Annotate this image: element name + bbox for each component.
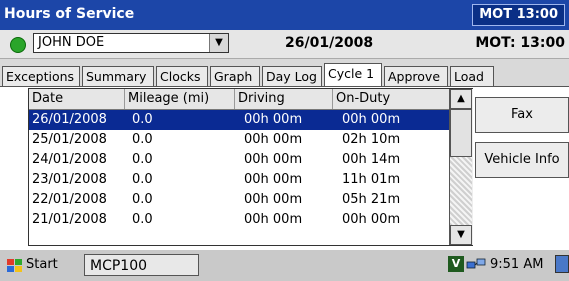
taskbar-app-mcp100[interactable]: MCP100 [84,254,199,276]
cell-driving: 00h 00m [244,132,303,147]
current-date: 26/01/2008 [285,35,374,51]
tab-load[interactable]: Load [450,66,494,86]
column-header-date[interactable]: Date [29,89,125,109]
table-row[interactable]: 25/01/2008 0.0 00h 00m 02h 10m [29,130,449,150]
mot-time: MOT: 13:00 [475,35,565,51]
tab-clocks[interactable]: Clocks [156,66,208,86]
cell-mileage: 0.0 [132,132,153,147]
start-label: Start [26,257,58,272]
tab-approve[interactable]: Approve [384,66,448,86]
tab-cycle-1[interactable]: Cycle 1 [324,63,382,87]
cell-date: 26/01/2008 [32,112,107,127]
table-row[interactable]: 21/01/2008 0.0 00h 00m 00h 00m [29,210,449,230]
cell-on-duty: 00h 14m [342,152,401,167]
table-row[interactable]: 26/01/2008 0.0 00h 00m 00h 00m [29,110,449,130]
cell-driving: 00h 00m [244,192,303,207]
window-title: Hours of Service [4,6,135,22]
tab-exceptions[interactable]: Exceptions [2,66,80,86]
cell-date: 23/01/2008 [32,172,107,187]
cell-mileage: 0.0 [132,152,153,167]
cell-mileage: 0.0 [132,192,153,207]
column-header-on-duty[interactable]: On-Duty [333,89,449,109]
vehicle-info-button[interactable]: Vehicle Info [475,142,569,178]
fax-button[interactable]: Fax [475,97,569,133]
cell-date: 24/01/2008 [32,152,107,167]
driver-name: JOHN DOE [38,35,105,50]
cell-date: 21/01/2008 [32,212,107,227]
title-bar: Hours of Service MOT 13:00 [0,0,569,30]
cell-on-duty: 05h 21m [342,192,401,207]
cell-driving: 00h 00m [244,172,303,187]
scroll-up-arrow-icon[interactable]: ▲ [450,89,472,109]
cell-date: 22/01/2008 [32,192,107,207]
status-indicator-icon [10,37,26,53]
chevron-down-icon[interactable]: ▼ [209,34,228,52]
cell-on-duty: 02h 10m [342,132,401,147]
column-header-mileage[interactable]: Mileage (mi) [125,89,235,109]
clock[interactable]: 9:51 AM [490,257,543,272]
mot-badge: MOT 13:00 [472,4,565,26]
desktop-icon[interactable] [555,255,569,273]
tab-divider [0,86,569,87]
cycle-table: Date Mileage (mi) Driving On-Duty 26/01/… [28,88,473,246]
tray-app-icon[interactable]: V [448,256,464,272]
tab-strip: Exceptions Summary Clocks Graph Day Log … [0,59,569,87]
cell-mileage: 0.0 [132,172,153,187]
windows-logo-icon [7,259,23,273]
cell-date: 25/01/2008 [32,132,107,147]
vertical-scrollbar[interactable]: ▲ ▼ [449,89,473,245]
table-row[interactable]: 22/01/2008 0.0 00h 00m 05h 21m [29,190,449,210]
cell-mileage: 0.0 [132,112,153,127]
tab-day-log[interactable]: Day Log [262,66,322,86]
tab-summary[interactable]: Summary [82,66,154,86]
cell-driving: 00h 00m [244,212,303,227]
column-header-driving[interactable]: Driving [235,89,333,109]
cell-on-duty: 11h 01m [342,172,401,187]
scroll-track[interactable] [450,157,472,225]
cell-on-duty: 00h 00m [342,112,401,127]
cell-mileage: 0.0 [132,212,153,227]
scroll-down-arrow-icon[interactable]: ▼ [450,225,472,245]
taskbar: Start MCP100 V 9:51 AM [0,248,569,281]
table-row[interactable]: 23/01/2008 0.0 00h 00m 11h 01m [29,170,449,190]
table-header: Date Mileage (mi) Driving On-Duty [29,89,449,110]
cell-on-duty: 00h 00m [342,212,401,227]
network-icon[interactable] [466,258,486,272]
driver-dropdown[interactable]: JOHN DOE ▼ [33,33,229,53]
scroll-thumb[interactable] [450,109,472,157]
table-row[interactable]: 24/01/2008 0.0 00h 00m 00h 14m [29,150,449,170]
start-button[interactable]: Start [4,254,58,276]
tab-graph[interactable]: Graph [210,66,260,86]
cell-driving: 00h 00m [244,112,303,127]
driver-bar: JOHN DOE ▼ 26/01/2008 MOT: 13:00 [0,30,569,59]
cell-driving: 00h 00m [244,152,303,167]
